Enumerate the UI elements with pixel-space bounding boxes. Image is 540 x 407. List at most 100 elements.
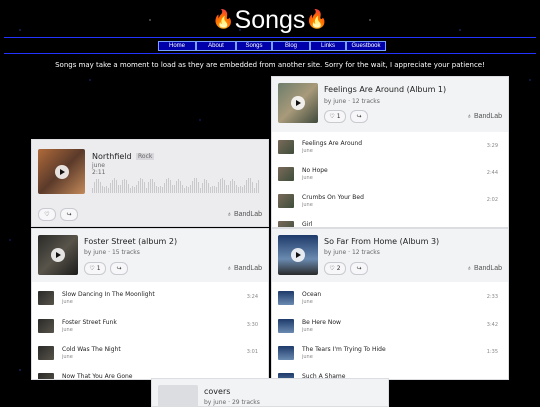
track-thumbnail (278, 346, 294, 360)
like-button[interactable]: ♡ (38, 208, 56, 221)
track-duration: 3:29 (486, 143, 498, 149)
waveform-bar (148, 182, 149, 193)
waveform-bar (230, 181, 231, 193)
waveform-bar (94, 182, 95, 193)
track-artist: june (302, 202, 313, 208)
track-row[interactable]: The Tears I'm Trying To Hide june 1:35 (278, 344, 502, 362)
track-duration: 2:44 (486, 170, 498, 176)
nav-links[interactable]: Links (310, 41, 346, 51)
track-duration: 1:35 (486, 349, 498, 355)
album-cover[interactable] (38, 235, 78, 275)
track-row[interactable]: No Hope june 2:44 (278, 165, 502, 183)
track-duration: 2:02 (486, 197, 498, 203)
album-title[interactable]: covers (204, 387, 230, 396)
track-row[interactable]: Crumbs On Your Bed june 2:02 (278, 192, 502, 210)
waveform-bar (160, 186, 161, 193)
album-cover[interactable] (278, 235, 318, 275)
bandlab-logo[interactable]: ♁ BandLab (467, 113, 502, 120)
nav-home[interactable]: Home (158, 41, 196, 51)
share-icon: ↪ (116, 265, 122, 272)
waveform-bar (244, 185, 245, 193)
track-row[interactable]: Foster Street Funk june 3:30 (38, 317, 262, 335)
heart-icon: ♡ (329, 265, 335, 272)
like-count: 2 (336, 265, 341, 272)
track-artist: june (92, 162, 105, 169)
waveform-bar (174, 185, 175, 193)
track-name: Slow Dancing In The Moonlight (62, 291, 155, 298)
album-cover[interactable] (158, 385, 198, 406)
share-button[interactable]: ↪ (350, 262, 368, 275)
album-title[interactable]: Feelings Are Around (Album 1) (324, 85, 446, 94)
share-button[interactable]: ↪ (110, 262, 128, 275)
waveform-bar (248, 178, 249, 193)
bandlab-logo-icon: ♁ (466, 113, 473, 120)
track-thumbnail (278, 319, 294, 333)
track-name: Cold Was The Night (62, 346, 121, 353)
track-thumbnail (278, 140, 294, 154)
genre-tag[interactable]: Rock (136, 153, 155, 160)
waveform-bar (122, 180, 123, 193)
track-title[interactable]: Northfield (92, 152, 132, 161)
waveform-bar (116, 180, 117, 193)
play-icon[interactable] (54, 164, 69, 179)
track-cover[interactable] (38, 149, 85, 194)
waveform-bar (96, 179, 97, 193)
nav-songs[interactable]: Songs (236, 41, 272, 51)
track-row[interactable]: Slow Dancing In The Moonlight june 3:24 (38, 289, 262, 307)
play-icon[interactable] (51, 248, 65, 262)
bandlab-logo[interactable]: ♁ BandLab (227, 211, 262, 218)
track-name: Now That You Are Gone (62, 373, 133, 380)
nav-blog[interactable]: Blog (272, 41, 310, 51)
waveform-bar (206, 180, 207, 193)
bandlab-logo[interactable]: ♁ BandLab (467, 265, 502, 272)
waveform-bar (198, 182, 199, 193)
bandlab-logo-icon: ♁ (226, 265, 233, 272)
waveform-bar (98, 179, 99, 193)
waveform-bar (138, 181, 139, 193)
waveform-bar (200, 188, 201, 193)
share-icon: ↪ (66, 211, 72, 218)
album-cover[interactable] (278, 83, 318, 123)
track-row[interactable]: Girl (278, 219, 502, 228)
waveform-bar (106, 186, 107, 193)
waveform-bar (208, 183, 209, 193)
track-row[interactable]: Feelings Are Around june 3:29 (278, 138, 502, 156)
track-thumbnail (38, 291, 54, 305)
waveform-bar (258, 180, 259, 193)
track-name: Ocean (302, 291, 322, 298)
waveform-bar (204, 179, 205, 193)
album-title[interactable]: Foster Street (album 2) (84, 237, 177, 246)
like-button[interactable]: ♡ 2 (324, 262, 346, 275)
play-icon[interactable] (291, 96, 305, 110)
like-button[interactable]: ♡ 1 (84, 262, 106, 275)
nav-guestbook[interactable]: Guestbook (346, 41, 386, 51)
track-row[interactable]: Be Here Now june 3:42 (278, 317, 502, 335)
track-row[interactable]: Cold Was The Night june 3:01 (38, 344, 262, 362)
waveform-bar (112, 180, 113, 193)
fire-icon: 🔥 (305, 9, 328, 29)
waveform-bar (192, 181, 193, 193)
divider-bottom (4, 53, 536, 54)
bandlab-logo[interactable]: ♁ BandLab (227, 265, 262, 272)
play-icon[interactable] (291, 248, 305, 262)
track-thumbnail (278, 194, 294, 208)
waveform-bar (222, 178, 223, 193)
album-title[interactable]: So Far From Home (Album 3) (324, 237, 439, 246)
waveform[interactable] (92, 175, 259, 193)
like-button[interactable]: ♡ 1 (324, 110, 346, 123)
track-artist: june (62, 354, 73, 360)
share-button[interactable]: ↪ (350, 110, 368, 123)
bandlab-text: BandLab (233, 211, 262, 218)
track-row[interactable]: Ocean june 2:33 (278, 289, 502, 307)
waveform-bar (196, 178, 197, 193)
nav-about[interactable]: About (196, 41, 236, 51)
embed-covers: covers by june · 29 tracks (151, 378, 389, 407)
main-nav: Home About Songs Blog Links Guestbook (158, 41, 386, 51)
waveform-bar (218, 182, 219, 193)
embed-header: covers by june · 29 tracks (152, 379, 388, 406)
track-name: Girl (302, 221, 313, 228)
share-button[interactable]: ↪ (60, 208, 78, 221)
track-name: Feelings Are Around (302, 140, 363, 147)
waveform-bar (240, 186, 241, 193)
waveform-bar (186, 186, 187, 193)
